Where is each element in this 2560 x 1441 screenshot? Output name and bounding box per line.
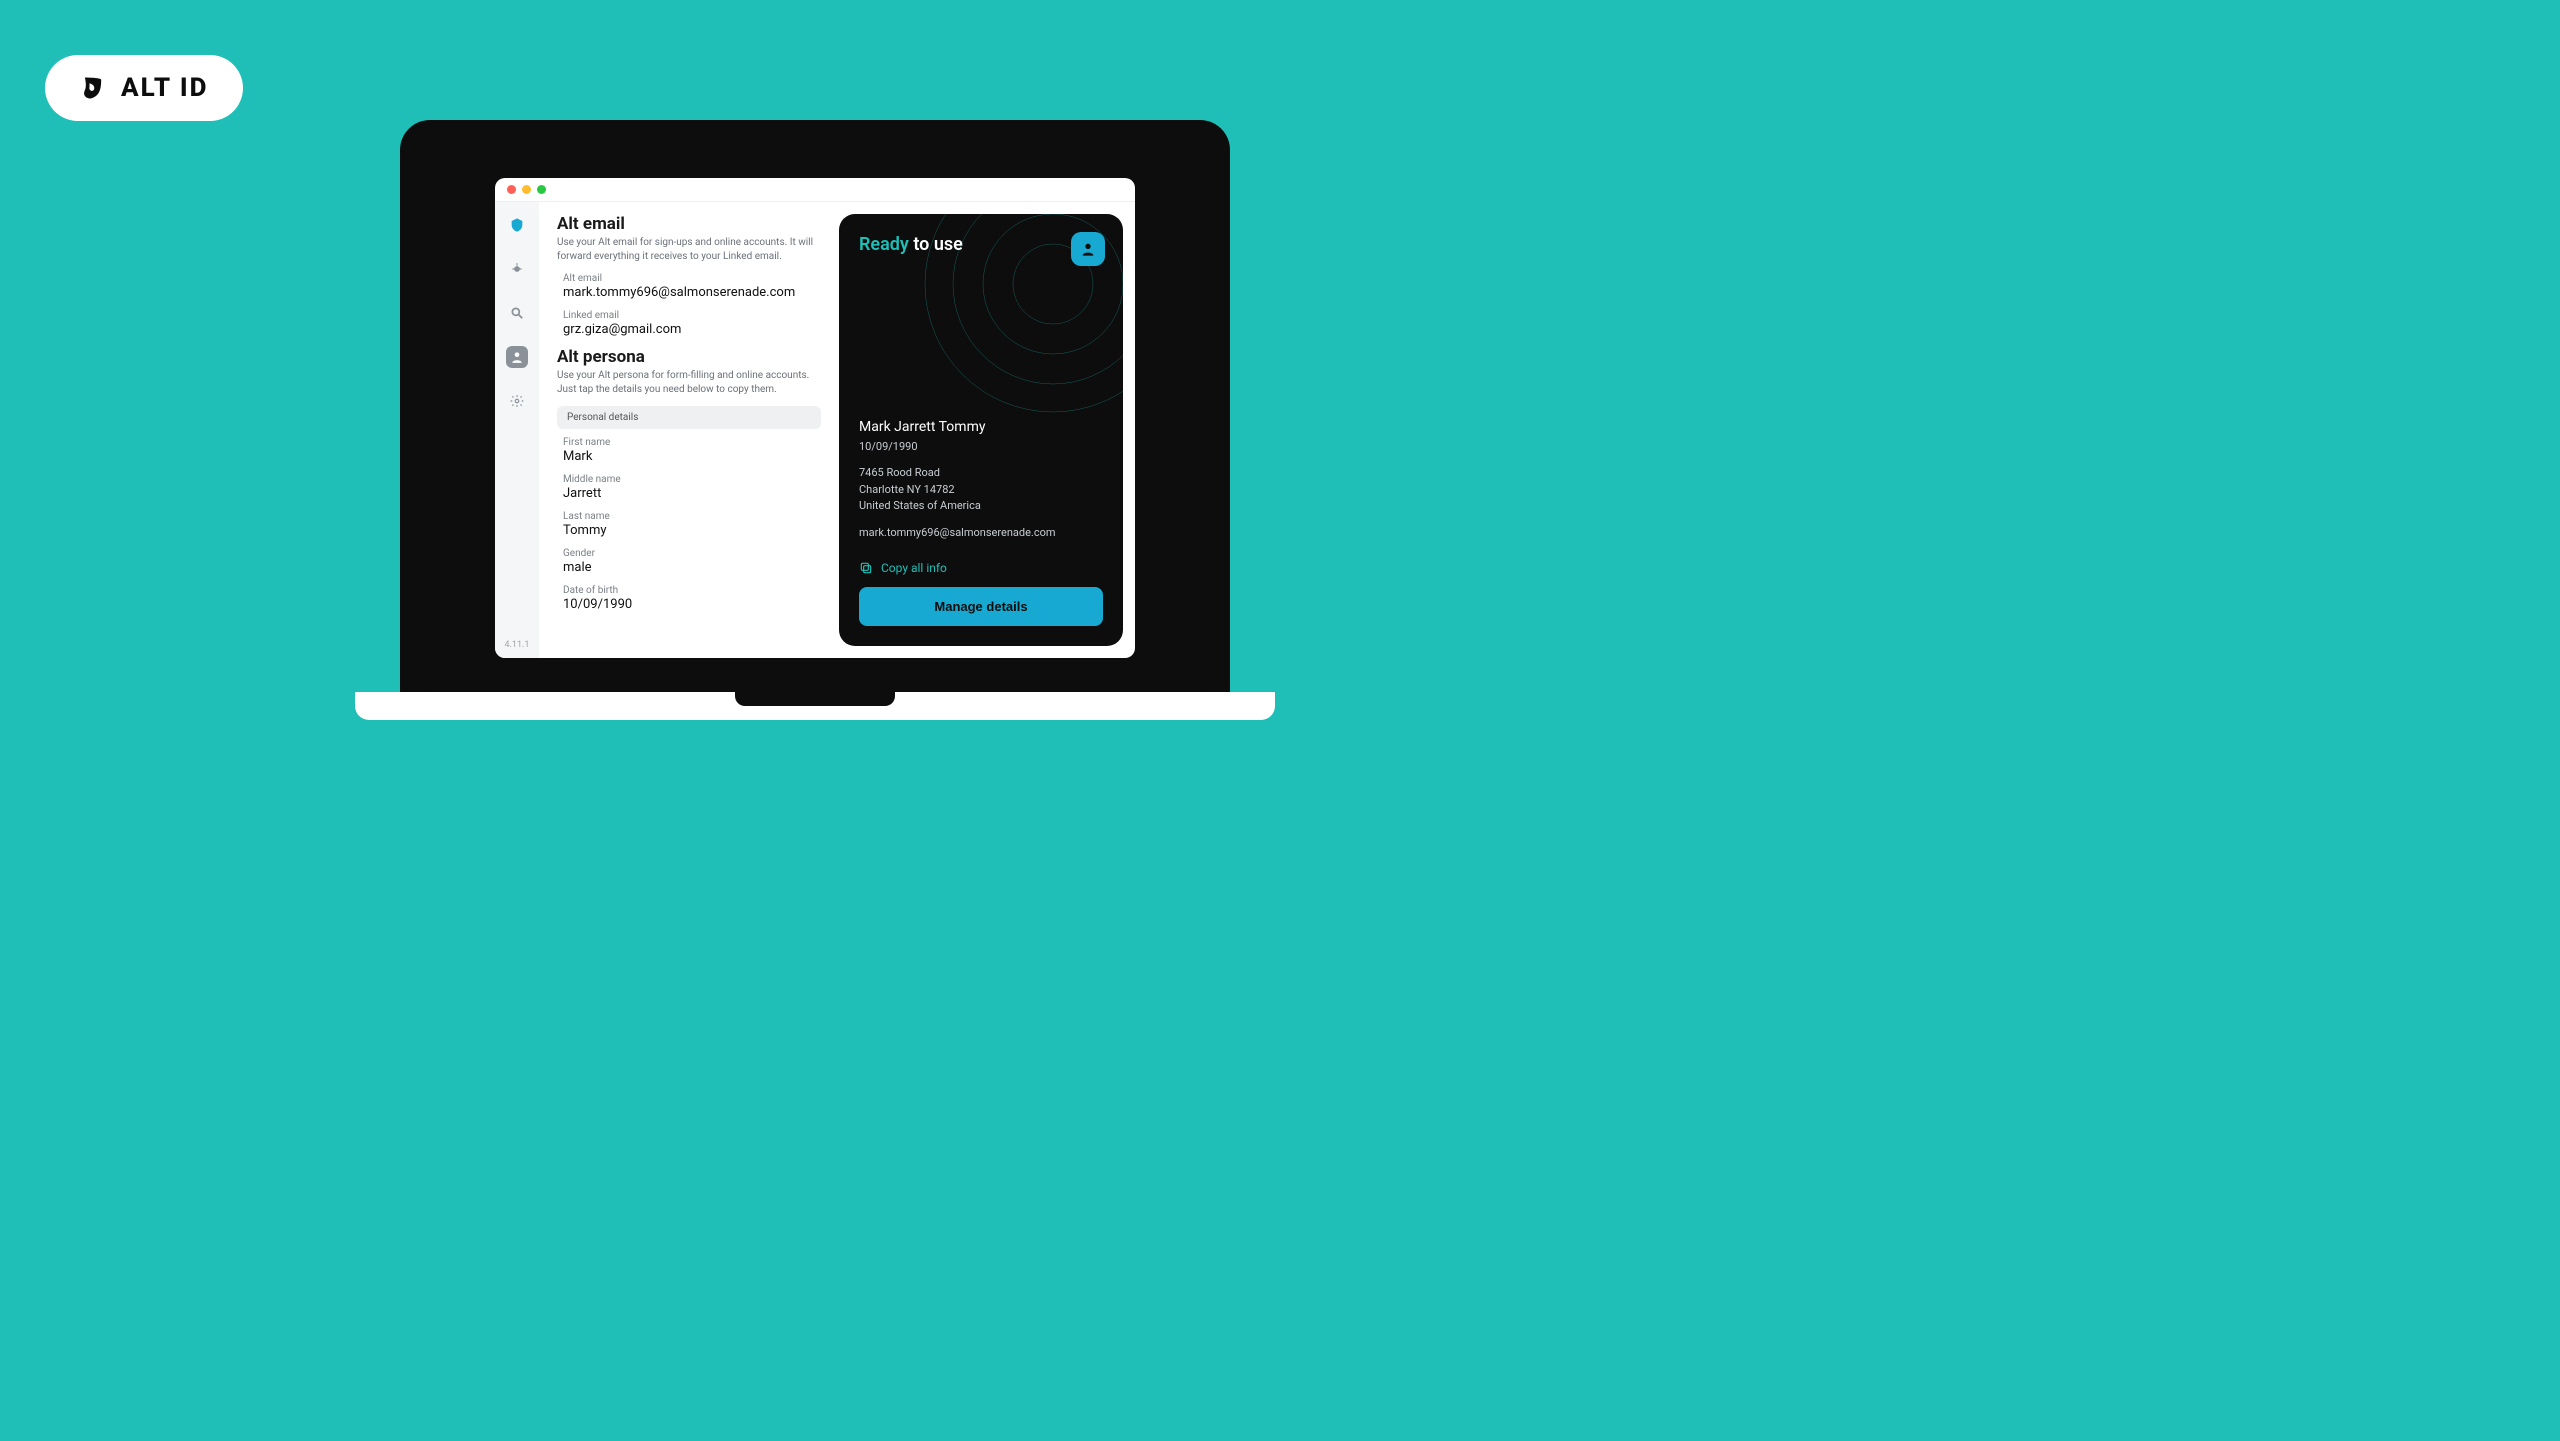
card-address-line3: United States of America (859, 498, 1103, 515)
card-status-title: Ready to use (859, 234, 1103, 255)
app-window: 4.11.1 Alt email Use your Alt email for … (495, 178, 1135, 658)
copy-all-button[interactable]: Copy all info (859, 561, 1103, 575)
alt-id-badge: ALT ID (45, 55, 243, 121)
identity-card: Ready to use Mark Jarrett Tommy 10/09/19… (839, 214, 1123, 646)
card-name: Mark Jarrett Tommy (859, 417, 1103, 438)
window-close-button[interactable] (507, 185, 516, 194)
alt-persona-title: Alt persona (557, 347, 821, 367)
sidebar-item-search[interactable] (506, 302, 528, 324)
copy-icon (859, 561, 873, 575)
laptop-mockup: 4.11.1 Alt email Use your Alt email for … (400, 120, 1230, 720)
dob-value: 10/09/1990 (563, 597, 821, 612)
linked-email-value: grz.giza@gmail.com (563, 322, 821, 337)
copy-all-label: Copy all info (881, 561, 947, 575)
linked-email-field[interactable]: Linked email grz.giza@gmail.com (557, 310, 821, 337)
person-icon (510, 350, 524, 364)
first-name-field[interactable]: First name Mark (557, 437, 821, 464)
linked-email-label: Linked email (563, 310, 821, 321)
dob-field[interactable]: Date of birth 10/09/1990 (557, 585, 821, 612)
shield-icon (509, 217, 525, 233)
surfshark-logo-icon (79, 74, 107, 102)
main-panel: Alt email Use your Alt email for sign-up… (539, 202, 839, 658)
dob-label: Date of birth (563, 585, 821, 596)
gear-icon (510, 394, 524, 408)
middle-name-value: Jarrett (563, 486, 821, 501)
window-titlebar (495, 178, 1135, 202)
gender-field[interactable]: Gender male (557, 548, 821, 575)
window-minimize-button[interactable] (522, 185, 531, 194)
card-dob: 10/09/1990 (859, 439, 1103, 456)
card-address-line1: 7465 Rood Road (859, 465, 1103, 482)
alt-persona-description: Use your Alt persona for form-filling an… (557, 369, 821, 396)
search-icon (510, 306, 524, 320)
last-name-field[interactable]: Last name Tommy (557, 511, 821, 538)
sidebar-item-alt-id[interactable] (506, 346, 528, 368)
gender-label: Gender (563, 548, 821, 559)
alt-email-description: Use your Alt email for sign-ups and onli… (557, 236, 821, 263)
alt-email-label: Alt email (563, 273, 821, 284)
first-name-label: First name (563, 437, 821, 448)
sidebar-item-antivirus[interactable] (506, 258, 528, 280)
bug-icon (510, 262, 524, 276)
badge-label: ALT ID (121, 73, 209, 103)
window-maximize-button[interactable] (537, 185, 546, 194)
sidebar-item-settings[interactable] (506, 390, 528, 412)
alt-email-value: mark.tommy696@salmonserenade.com (563, 285, 821, 300)
app-version: 4.11.1 (505, 640, 530, 650)
last-name-value: Tommy (563, 523, 821, 538)
personal-details-header: Personal details (557, 406, 821, 429)
last-name-label: Last name (563, 511, 821, 522)
gender-value: male (563, 560, 821, 575)
manage-details-button[interactable]: Manage details (859, 587, 1103, 626)
alt-email-title: Alt email (557, 214, 821, 234)
to-use-label: to use (909, 234, 963, 255)
alt-email-field[interactable]: Alt email mark.tommy696@salmonserenade.c… (557, 273, 821, 300)
sidebar: 4.11.1 (495, 202, 539, 658)
card-email: mark.tommy696@salmonserenade.com (859, 525, 1103, 542)
first-name-value: Mark (563, 449, 821, 464)
ready-label: Ready (859, 234, 909, 255)
card-address-line2: Charlotte NY 14782 (859, 482, 1103, 499)
middle-name-label: Middle name (563, 474, 821, 485)
sidebar-item-vpn[interactable] (506, 214, 528, 236)
middle-name-field[interactable]: Middle name Jarrett (557, 474, 821, 501)
